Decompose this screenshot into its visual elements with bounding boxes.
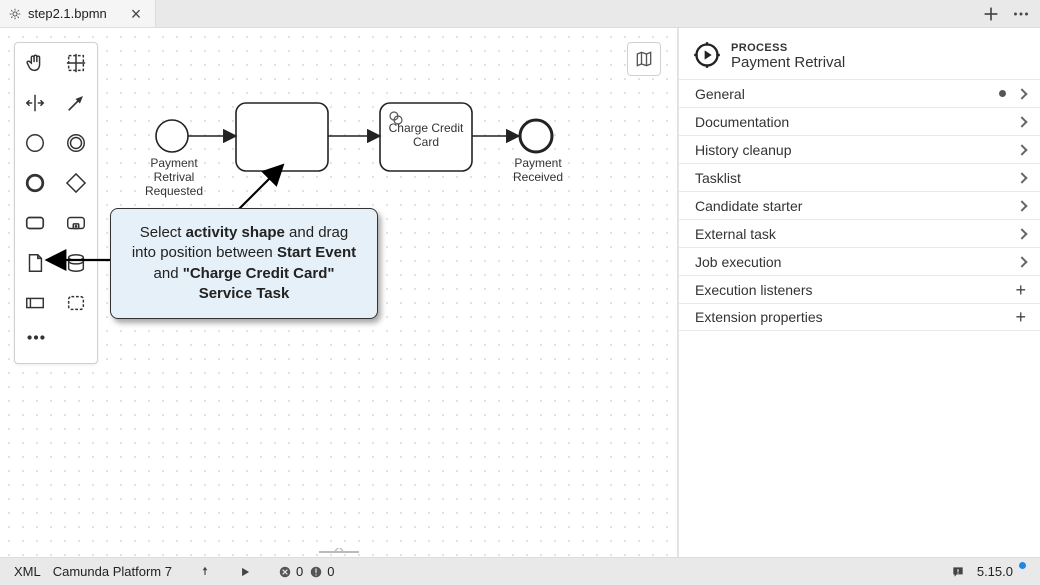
connect-tool[interactable] — [62, 89, 90, 117]
data-object-tool[interactable] — [21, 249, 49, 277]
properties-panel: PROCESS Payment Retrival General Document… — [678, 28, 1040, 557]
start-event-label: Payment Retrival Requested — [136, 156, 212, 198]
intermediate-event-tool[interactable] — [62, 129, 90, 157]
more-tools[interactable] — [21, 329, 49, 357]
properties-section[interactable]: External task — [679, 219, 1040, 247]
update-dot-icon — [1019, 562, 1026, 569]
properties-section[interactable]: General — [679, 79, 1040, 107]
more-menu-button[interactable] — [1010, 3, 1032, 25]
new-tab-button[interactable] — [980, 3, 1002, 25]
add-icon[interactable]: + — [1015, 310, 1026, 324]
properties-section[interactable]: Execution listeners + — [679, 275, 1040, 303]
instruction-callout: Select activity shape and drag into posi… — [110, 208, 378, 319]
platform-label[interactable]: Camunda Platform 7 — [47, 564, 178, 579]
element-type-label: PROCESS — [731, 42, 788, 54]
chevron-right-icon — [1016, 88, 1027, 99]
lasso-tool[interactable] — [62, 49, 90, 77]
properties-section[interactable]: Documentation — [679, 107, 1040, 135]
chevron-right-icon — [1016, 144, 1027, 155]
gateway-tool[interactable] — [62, 169, 90, 197]
deploy-button[interactable] — [192, 565, 218, 579]
properties-section[interactable]: Extension properties + — [679, 303, 1040, 331]
end-event-label: Payment Received — [510, 156, 566, 184]
file-tab-label: step2.1.bpmn — [28, 6, 107, 21]
properties-header: PROCESS Payment Retrival — [679, 28, 1040, 79]
chevron-right-icon — [1016, 116, 1027, 127]
file-tab[interactable]: step2.1.bpmn × — [0, 0, 156, 27]
section-label: Extension properties — [695, 309, 823, 325]
data-store-tool[interactable] — [62, 249, 90, 277]
add-icon[interactable]: + — [1015, 283, 1026, 297]
start-event-tool[interactable] — [21, 129, 49, 157]
feedback-button[interactable] — [945, 565, 971, 579]
modified-dot-icon — [999, 90, 1006, 97]
section-label: External task — [695, 226, 776, 242]
participant-tool[interactable] — [21, 289, 49, 317]
status-bar: XML Camunda Platform 7 0 0 5.15.0 — [0, 557, 1040, 585]
chevron-right-icon — [1016, 200, 1027, 211]
section-label: Candidate starter — [695, 198, 802, 214]
expanded-subprocess-tool[interactable] — [62, 209, 90, 237]
panel-resize-handle[interactable] — [309, 547, 369, 557]
tab-bar: step2.1.bpmn × — [0, 0, 1040, 28]
service-task-label: Charge Credit Card — [384, 121, 468, 149]
close-tab-icon[interactable]: × — [127, 7, 146, 21]
process-icon — [693, 41, 721, 69]
tool-palette — [14, 42, 98, 364]
section-label: Tasklist — [695, 170, 741, 186]
section-label: Job execution — [695, 254, 781, 270]
properties-section[interactable]: Candidate starter — [679, 191, 1040, 219]
gear-icon — [8, 7, 22, 21]
properties-section[interactable]: Tasklist — [679, 163, 1040, 191]
properties-section[interactable]: Job execution — [679, 247, 1040, 275]
chevron-right-icon — [1016, 256, 1027, 267]
canvas[interactable]: Payment Retrival Requested Charge Credit… — [0, 28, 678, 557]
chevron-right-icon — [1016, 172, 1027, 183]
hand-tool[interactable] — [21, 49, 49, 77]
space-tool[interactable] — [21, 89, 49, 117]
section-label: Documentation — [695, 114, 789, 130]
version-label[interactable]: 5.15.0 — [971, 564, 1032, 579]
section-label: Execution listeners — [695, 282, 813, 298]
minimap-toggle[interactable] — [627, 42, 661, 76]
task-tool[interactable] — [21, 209, 49, 237]
xml-toggle[interactable]: XML — [8, 564, 47, 579]
end-event-tool[interactable] — [21, 169, 49, 197]
problems-button[interactable]: 0 0 — [272, 564, 340, 579]
section-label: General — [695, 86, 745, 102]
element-name: Payment Retrival — [731, 54, 845, 71]
section-label: History cleanup — [695, 142, 792, 158]
run-button[interactable] — [232, 565, 258, 579]
group-tool[interactable] — [62, 289, 90, 317]
properties-section[interactable]: History cleanup — [679, 135, 1040, 163]
chevron-right-icon — [1016, 228, 1027, 239]
